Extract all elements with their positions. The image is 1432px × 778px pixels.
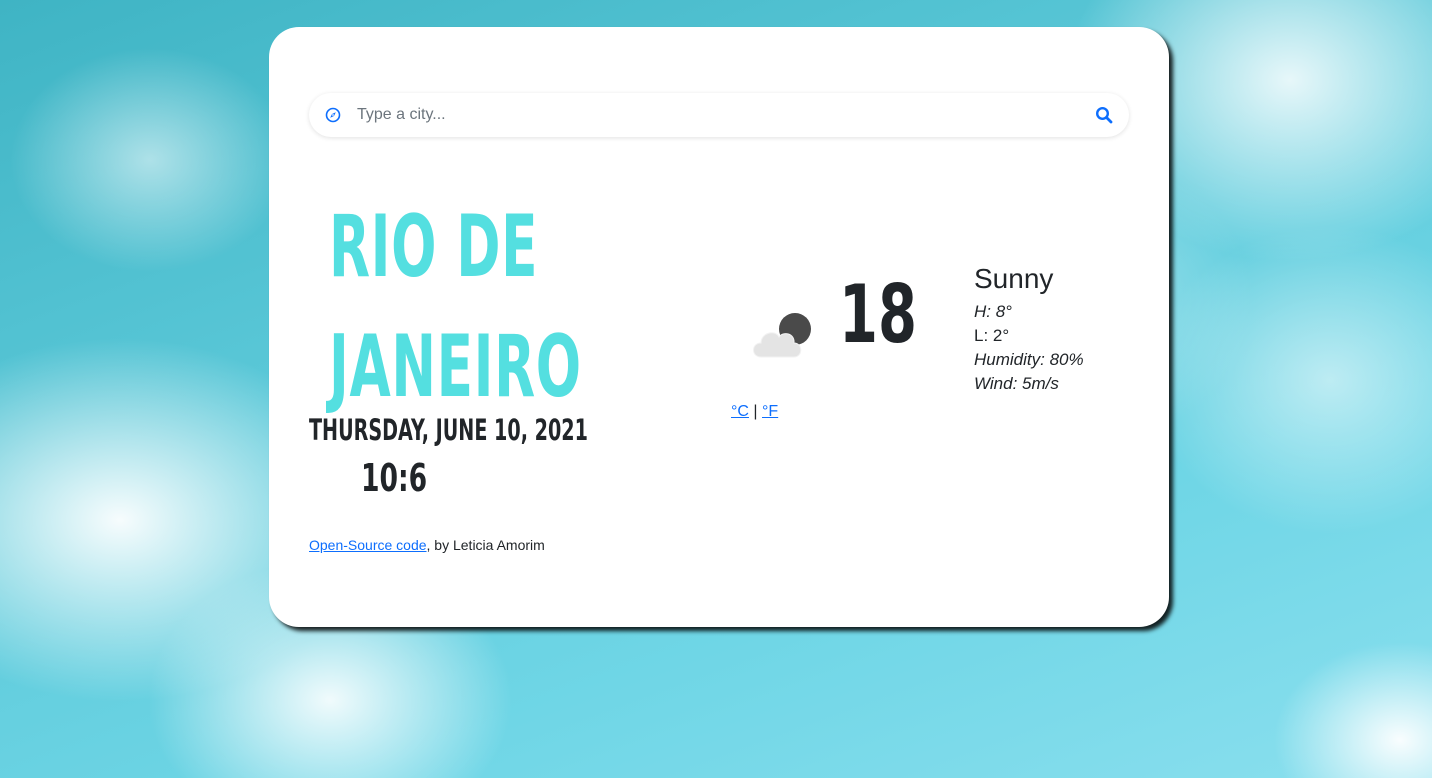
author-credit: , by Leticia Amorim [426, 537, 545, 553]
humidity: Humidity: 80% [974, 350, 1084, 369]
search-input[interactable] [357, 106, 1095, 124]
temperature-value: 18 [839, 268, 917, 361]
weather-details: Sunny H: 8° L: 2° Humidity: 80% Wind: 5m… [974, 263, 1084, 396]
city-name-line-2: Janeiro [329, 317, 582, 417]
unit-separator: | [753, 403, 758, 420]
source-code-link[interactable]: Open-Source code [309, 537, 427, 553]
high-temperature: H: 8° [974, 302, 1012, 321]
city-name: Rio de Janeiro [329, 187, 582, 427]
city-name-line-1: Rio de [329, 197, 539, 297]
weather-description: Sunny [974, 263, 1054, 294]
wind-speed: Wind: 5m/s [974, 374, 1059, 393]
weather-content: Rio de Janeiro Thursday, June 10, 2021 1… [309, 137, 1129, 597]
footer: Open-Source code, by Leticia Amorim [309, 537, 545, 553]
current-time: 10:6 [361, 456, 428, 500]
cloud-night-icon [747, 305, 819, 361]
unit-toggle: °C | °F [731, 403, 778, 421]
compass-icon[interactable] [325, 107, 341, 123]
low-temperature: L: 2° [974, 326, 1010, 345]
celsius-link[interactable]: °C [731, 403, 749, 420]
search-bar [309, 93, 1129, 137]
current-date: Thursday, June 10, 2021 [309, 413, 588, 447]
weather-card: Rio de Janeiro Thursday, June 10, 2021 1… [269, 27, 1169, 627]
search-icon[interactable] [1095, 106, 1113, 124]
fahrenheit-link[interactable]: °F [762, 403, 778, 420]
